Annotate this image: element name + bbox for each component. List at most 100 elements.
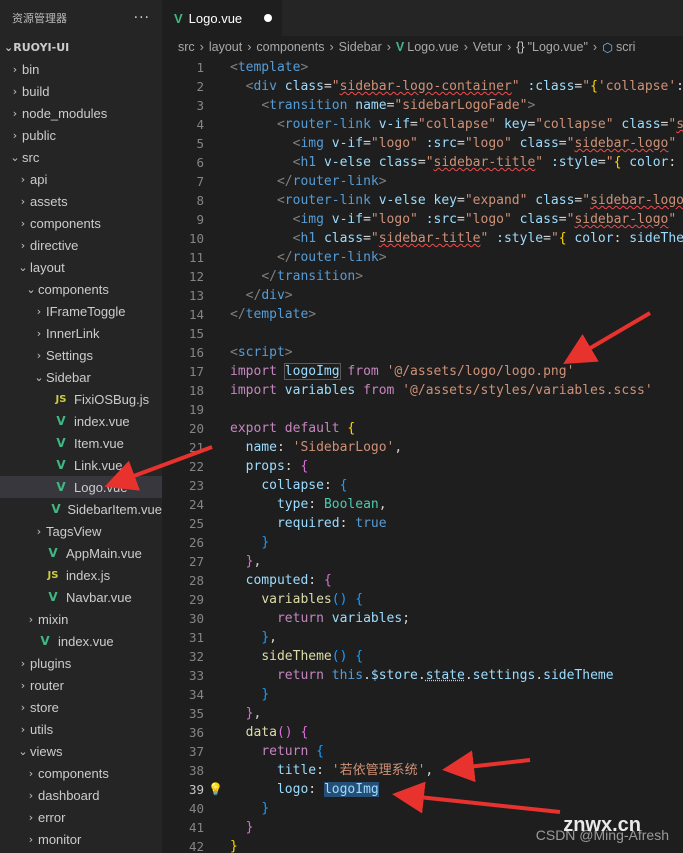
chevron-down-icon: ⌄	[26, 282, 36, 296]
tree-folder[interactable]: › components	[0, 212, 162, 234]
tree-folder[interactable]: › monitor	[0, 828, 162, 850]
chevron-down-icon: ⌄	[18, 260, 28, 274]
tree-file[interactable]: Vindex.vue	[0, 630, 162, 652]
chevron-down-icon: ⌄	[4, 40, 14, 54]
tree-folder[interactable]: › assets	[0, 190, 162, 212]
tree-folder[interactable]: › directive	[0, 234, 162, 256]
unsaved-dot-icon[interactable]	[264, 14, 272, 22]
tree-file[interactable]: V Item.vue	[0, 432, 162, 454]
chevron-right-icon: ›	[20, 656, 26, 670]
tree-item-label: src	[22, 149, 40, 165]
breadcrumb-sidebar[interactable]: Sidebar	[339, 40, 382, 54]
tree-item-label: mixin	[38, 611, 69, 627]
code-line: 19	[188, 402, 204, 417]
tree-item-label: SidebarItem.vue	[67, 501, 162, 517]
tree-folder[interactable]: › InnerLink	[0, 322, 162, 344]
tree-folder[interactable]: ⌄ layout	[0, 256, 162, 278]
tree-item-label: Sidebar	[46, 369, 91, 385]
tree-item-label: Link.vue	[74, 457, 123, 473]
tree-item-label: index.vue	[58, 633, 114, 649]
code-editor[interactable]: 1 <template> 2 <div class="sidebar-logo-c…	[162, 58, 683, 853]
vue-file-icon: V	[56, 480, 66, 494]
chevron-right-icon: ›	[28, 788, 34, 802]
code-line: 1 <template>	[196, 60, 309, 75]
tree-item-label: views	[30, 743, 63, 759]
tree-folder[interactable]: › error	[0, 806, 162, 828]
tree-folder[interactable]: › IFrameToggle	[0, 300, 162, 322]
breadcrumb-src[interactable]: src	[178, 40, 195, 54]
code-line: 34 }	[188, 687, 270, 702]
tree-file[interactable]: JS index.js	[0, 564, 162, 586]
tree-file[interactable]: V Logo.vue	[0, 476, 162, 498]
tree-file[interactable]: V Navbar.vue	[0, 586, 162, 608]
tree-folder[interactable]: › Settings	[0, 344, 162, 366]
watermark-author: CSDN @Ming-Afresh	[535, 827, 669, 843]
tree-item-label: Settings	[46, 347, 93, 363]
chevron-right-icon: ›	[329, 40, 334, 54]
tree-folder[interactable]: ⌄ components	[0, 278, 162, 300]
code-line: 10 <h1 class="sidebar-title" :style="{ c…	[188, 231, 683, 246]
code-line: 32 sideTheme() {	[188, 649, 364, 664]
object-braces-icon: {}	[516, 40, 525, 54]
code-line: 13 </div>	[188, 288, 293, 303]
tree-file[interactable]: Vindex.vue	[0, 410, 162, 432]
tree-folder[interactable]: ⌄ src	[0, 146, 162, 168]
breadcrumb-layout[interactable]: layout	[209, 40, 242, 54]
code-line: 9 <img v-if="logo" :src="logo" class="si…	[196, 212, 677, 227]
tree-folder[interactable]: ⌄ views	[0, 740, 162, 762]
code-line: 33 return this.$store.state.settings.sid…	[188, 668, 614, 683]
tree-folder[interactable]: › public	[0, 124, 162, 146]
code-line: 30 return variables;	[188, 611, 411, 626]
tree-folder[interactable]: › router	[0, 674, 162, 696]
vue-file-icon: V	[174, 10, 183, 26]
tree-folder[interactable]: › bin	[0, 58, 162, 80]
chevron-down-icon: ⌄	[18, 744, 28, 758]
tree-item-label: directive	[30, 237, 79, 253]
tree-folder[interactable]: › TagsView	[0, 520, 162, 542]
tree-folder[interactable]: ⌄ Sidebar	[0, 366, 162, 388]
chevron-right-icon: ›	[20, 700, 26, 714]
code-line: 35 },	[188, 706, 262, 721]
explorer-header: 资源管理器 ···	[0, 0, 162, 36]
breadcrumb-script[interactable]: scri	[616, 40, 635, 54]
tree-item-label: public	[22, 127, 56, 143]
chevron-right-icon: ›	[20, 722, 26, 736]
code-line: 25 required: true	[188, 516, 387, 531]
breadcrumb-object[interactable]: "Logo.vue"	[528, 40, 588, 54]
chevron-right-icon: ›	[592, 40, 598, 54]
chevron-right-icon: ›	[36, 326, 42, 340]
code-line: 31 },	[188, 630, 277, 645]
tree-item-label: components	[30, 215, 101, 231]
tree-folder[interactable]: › dashboard	[0, 784, 162, 806]
project-root[interactable]: ⌄ RUOYI-UI	[0, 36, 162, 58]
code-line: 15	[188, 326, 204, 341]
lightbulb-icon[interactable]: 💡	[208, 780, 223, 799]
project-name: RUOYI-UI	[13, 40, 70, 54]
tab-label: Logo.vue	[188, 10, 243, 26]
breadcrumb-vetur[interactable]: Vetur	[473, 40, 502, 54]
tree-item-label: error	[38, 809, 66, 825]
code-line: 24 type: Boolean,	[188, 497, 387, 512]
vue-file-icon: V	[56, 436, 66, 450]
tree-file[interactable]: V SidebarItem.vue	[0, 498, 162, 520]
vue-file-icon: V	[40, 634, 50, 648]
tree-folder[interactable]: › store	[0, 696, 162, 718]
tree-folder[interactable]: › mixin	[0, 608, 162, 630]
tree-folder[interactable]: › utils	[0, 718, 162, 740]
more-actions-icon[interactable]: ···	[134, 10, 150, 26]
tree-folder[interactable]: › build	[0, 80, 162, 102]
tree-file[interactable]: JS FixiOSBug.js	[0, 388, 162, 410]
tree-folder[interactable]: › plugins	[0, 652, 162, 674]
tree-file[interactable]: V Link.vue	[0, 454, 162, 476]
vue-file-icon: V	[395, 40, 405, 54]
chevron-right-icon: ›	[20, 216, 26, 230]
breadcrumb-file[interactable]: Logo.vue	[407, 40, 458, 54]
code-line: 21 name: 'SidebarLogo',	[188, 440, 403, 455]
tab-logo-vue[interactable]: V Logo.vue	[162, 0, 282, 36]
tree-file[interactable]: V AppMain.vue	[0, 542, 162, 564]
code-line: 36 data() {	[188, 725, 309, 740]
tree-folder[interactable]: › components	[0, 762, 162, 784]
tree-folder[interactable]: › api	[0, 168, 162, 190]
tree-folder[interactable]: › node_modules	[0, 102, 162, 124]
breadcrumb-components[interactable]: components	[256, 40, 324, 54]
